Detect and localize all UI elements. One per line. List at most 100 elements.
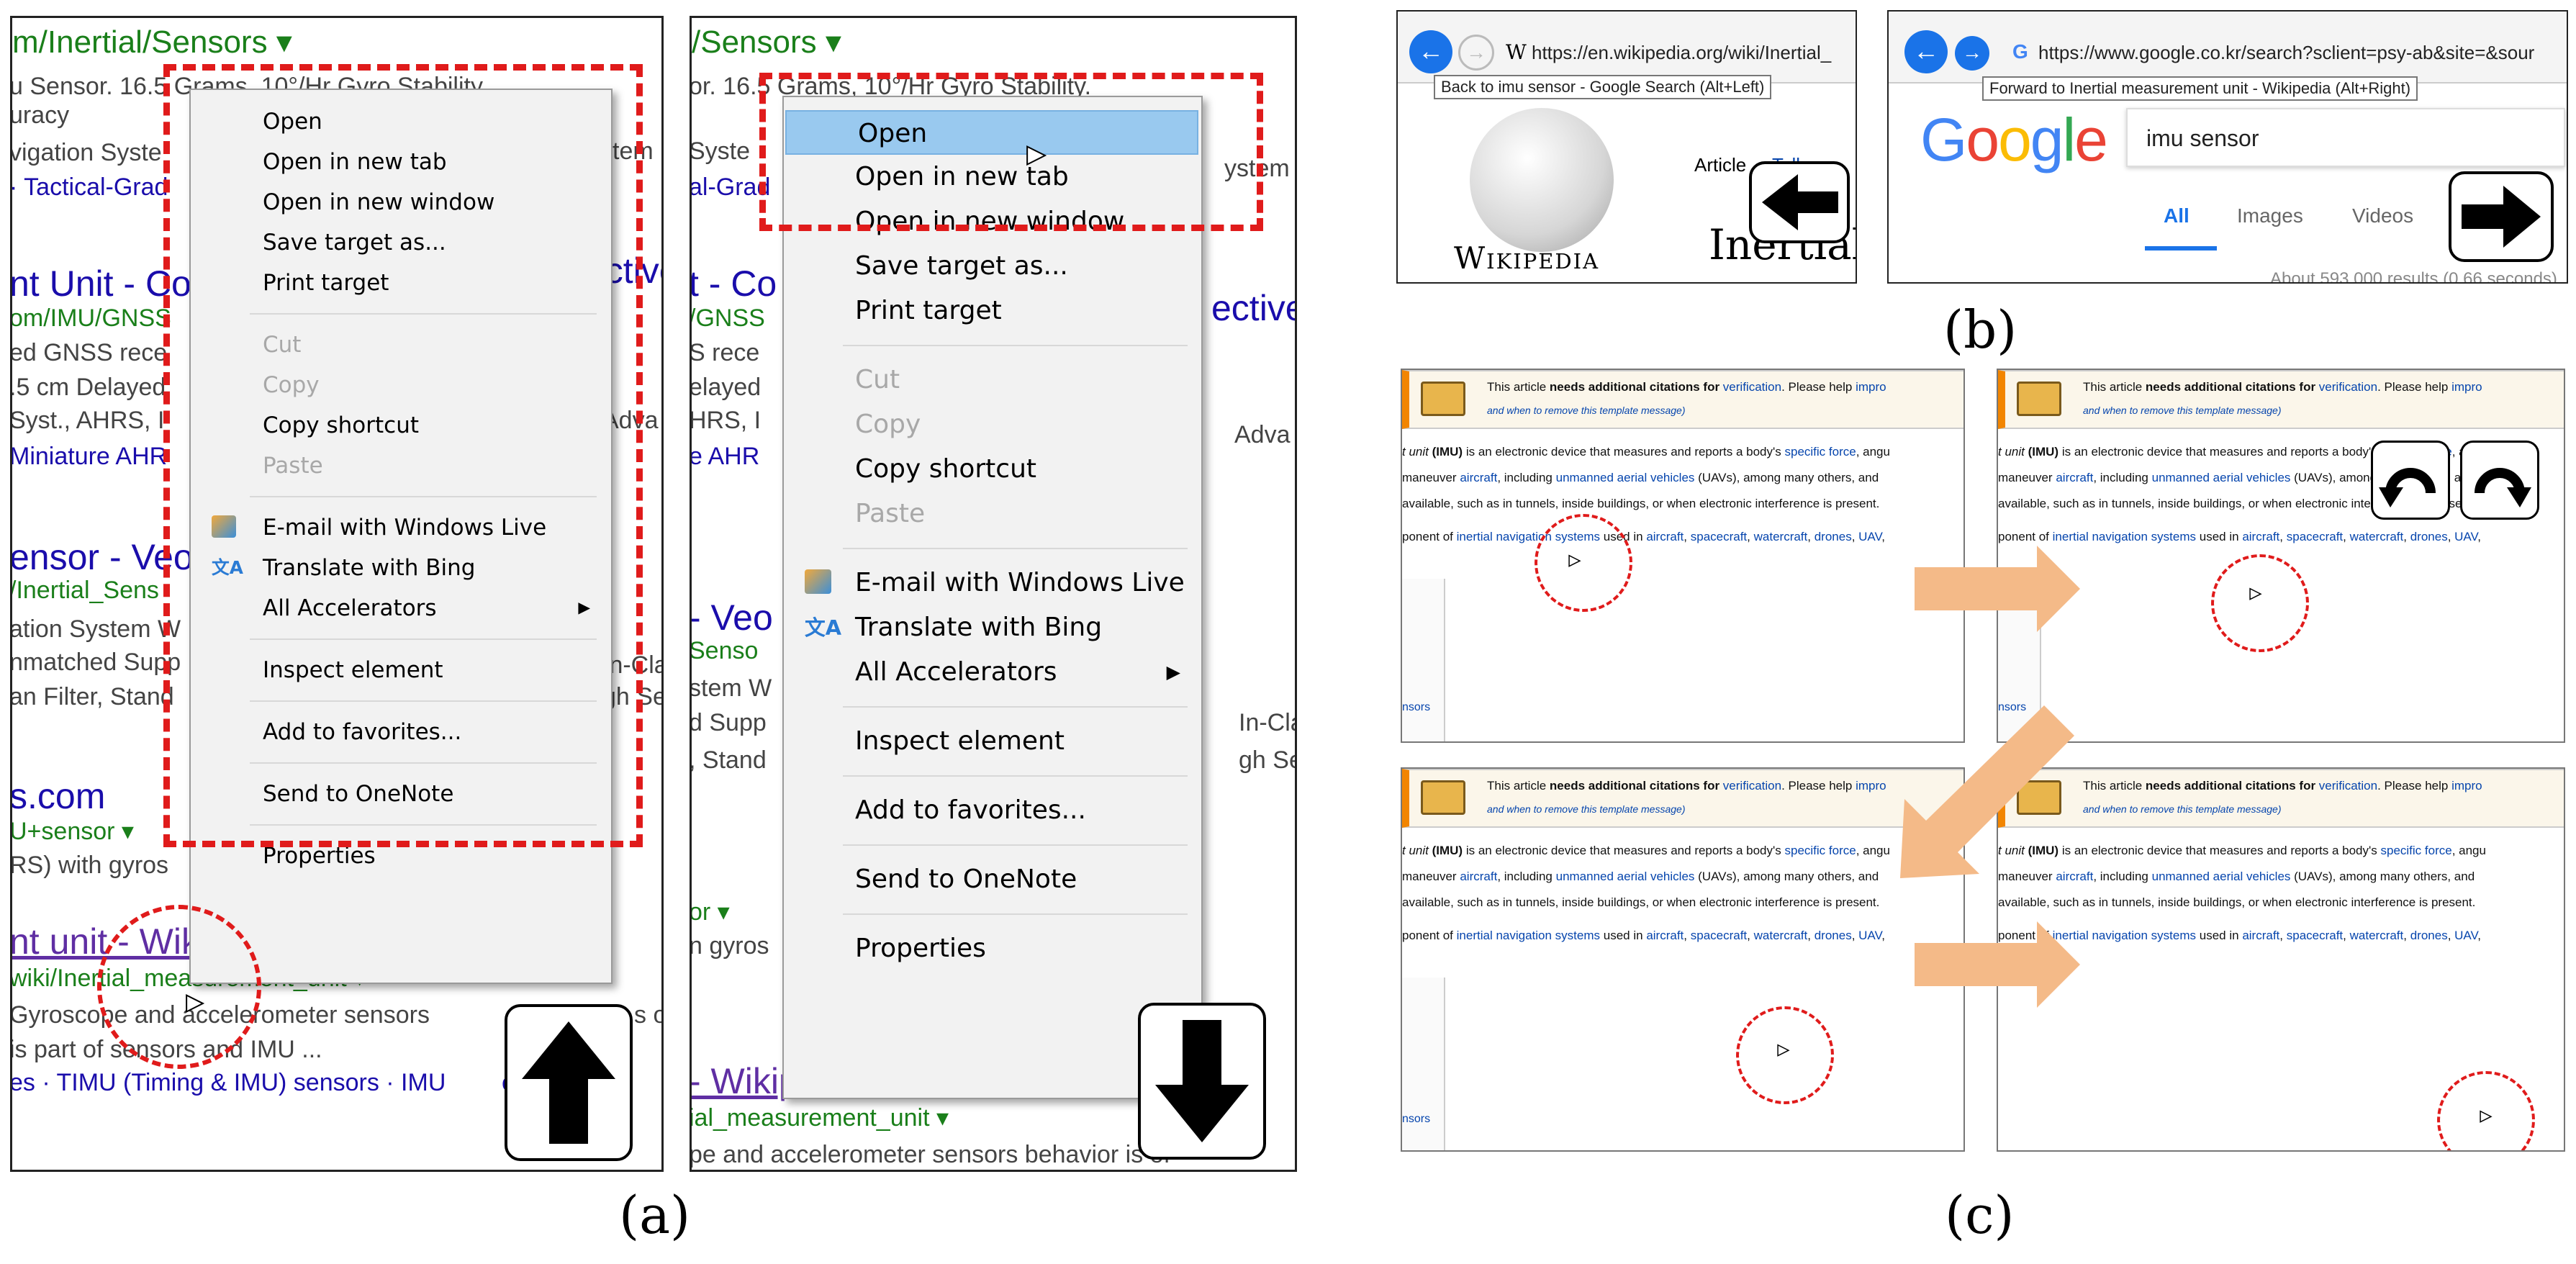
t4[interactable]: specific force [1784,445,1856,459]
scroll-down-arrow-icon [1138,1003,1266,1160]
address-bar[interactable]: https://en.wikipedia.org/wiki/Inertial_ [1532,42,1831,64]
ambox-link[interactable]: verification [2319,779,2377,793]
t-link[interactable]: spacecraft [2287,530,2343,543]
ambox-post: . Please help [2377,380,2449,394]
ambox-bold: needs additional citations for [2145,380,2316,394]
t4[interactable]: unmanned aerial vehicles [1556,471,1695,484]
ambox-link[interactable]: verification [1723,380,1781,394]
t-link[interactable]: aircraft [2242,929,2279,942]
menu-item-4[interactable]: Print target [784,289,1201,333]
t-link[interactable]: watercraft [2350,530,2404,543]
ambox-notice: This article needs additional citations … [1402,769,1963,828]
result-line: d Supp [690,709,767,736]
ambox-text: This article needs additional citations … [1487,380,1886,394]
t1: t unit [1402,844,1429,857]
menu-item-edit-3[interactable]: Paste [784,492,1201,536]
translate-icon: 文A [805,615,842,640]
result-line: ial_measurement_unit ▾ [690,1104,949,1132]
menu-separator [843,706,1188,708]
ambox-link[interactable]: verification [2319,380,2377,394]
menu-item-onenote[interactable]: Send to OneNote [784,857,1201,902]
t-link[interactable]: aircraft [1646,929,1684,942]
menu-item-edit-1[interactable]: Copy [784,402,1201,447]
t4[interactable]: unmanned aerial vehicles [1556,870,1695,883]
tab-images[interactable]: Images [2237,204,2303,227]
result-line: al-Grad [690,173,771,201]
t2[interactable]: aircraft [1460,870,1497,883]
ambox-link2[interactable]: impro [2451,779,2482,793]
mouse-cursor-icon: ▸ [1026,132,1046,173]
t-link[interactable]: spacecraft [1691,530,1747,543]
address-bar[interactable]: https://www.google.co.kr/search?sclient=… [2038,42,2534,64]
result-line: es · TIMU (Timing & IMU) sensors · IMU [10,1069,446,1096]
ambox-link[interactable]: verification [1723,779,1781,793]
t-link[interactable]: watercraft [1754,530,1808,543]
t-link[interactable]: drones [2410,929,2448,942]
t3: used in [2199,530,2239,543]
t-link[interactable]: UAV [1858,530,1881,543]
t-link[interactable]: drones [1815,929,1852,942]
t-link[interactable]: spacecraft [1691,929,1747,942]
t2[interactable]: aircraft [1460,471,1497,484]
flow-arrow-right-2 [1915,921,2080,1008]
forward-button[interactable]: → [1955,36,1989,71]
t-link[interactable]: UAV [2454,929,2477,942]
article-line-2: maneuver aircraft, including unmanned ae… [1402,870,1879,884]
t-link[interactable]: spacecraft [2287,929,2343,942]
back-button[interactable]: ← [1409,30,1452,73]
t2[interactable]: aircraft [2056,471,2093,484]
search-input[interactable]: imu sensor [2126,108,2565,167]
menu-item-edit-2[interactable]: Copy shortcut [784,447,1201,492]
article-line-1: t unit (IMU) is an electronic device tha… [1402,844,1890,858]
t4[interactable]: unmanned aerial vehicles [2152,471,2291,484]
t2[interactable]: inertial navigation systems [1457,929,1600,942]
ambox-link2[interactable]: impro [1856,779,1886,793]
t3: , including [1497,471,1553,484]
t4[interactable]: specific force [2380,844,2451,857]
t-link[interactable]: aircraft [1646,530,1684,543]
menu-item-inspect[interactable]: Inspect element [784,719,1201,764]
t-link[interactable]: drones [2410,530,2448,543]
back-tooltip: Back to imu sensor - Google Search (Alt+… [1434,75,1772,99]
ambox-link2[interactable]: impro [1856,380,1886,394]
mouse-cursor-icon: ▸ [1777,1037,1789,1062]
t5: (UAVs), among many others, and [1698,471,1879,484]
t-link[interactable]: drones [1815,530,1852,543]
t4[interactable]: unmanned aerial vehicles [2152,870,2291,883]
t-link[interactable]: watercraft [2350,929,2404,942]
result-line: , Stand [690,746,767,774]
google-logo-letter: o [1998,106,2032,173]
result-line: n gyros [690,932,769,960]
t4[interactable]: specific force [1784,844,1856,857]
tab-videos[interactable]: Videos [2352,204,2413,227]
t1: t unit [1998,445,2025,459]
t-link[interactable]: aircraft [2242,530,2279,543]
wiki-crop: This article needs additional citations … [1401,767,1965,1152]
result-line: Syste [690,137,751,165]
ambox-link2[interactable]: impro [2451,380,2482,394]
menu-item-share-2[interactable]: All Accelerators ▶ [784,650,1201,695]
forward-button[interactable]: → [1458,35,1494,71]
back-button[interactable]: ← [1904,30,1948,73]
t3: is an electronic device that measures an… [1465,844,1781,857]
article-line-3: available, such as in tunnels, inside bu… [1402,497,1880,510]
ambox-pre: This article [2083,380,2143,394]
menu-item-3[interactable]: Save target as... [784,244,1201,289]
google-logo: Google [1920,105,2108,175]
sidebar-link[interactable]: nsors [1402,1113,1430,1126]
tab-article[interactable]: Article [1694,154,1746,176]
tab-all[interactable]: All [2164,204,2189,227]
menu-item-share-1[interactable]: Translate with Bing 文A [784,605,1201,650]
t-link[interactable]: watercraft [1754,929,1808,942]
submenu-arrow-icon: ▶ [1166,662,1180,682]
sidebar-link[interactable]: nsors [1402,701,1430,714]
menu-item-share-0[interactable]: E-mail with Windows Live [784,561,1201,605]
article-line-1: t unit (IMU) is an electronic device tha… [1402,445,1890,459]
t3: is an electronic device that measures an… [2061,844,2377,857]
t-link[interactable]: UAV [1858,929,1881,942]
mouse-cursor-icon: ▸ [2249,580,2261,605]
t-link[interactable]: UAV [2454,530,2477,543]
menu-item-favorites[interactable]: Add to favorites... [784,788,1201,833]
menu-item-edit-0[interactable]: Cut [784,358,1201,402]
menu-item-properties[interactable]: Properties [784,926,1201,971]
